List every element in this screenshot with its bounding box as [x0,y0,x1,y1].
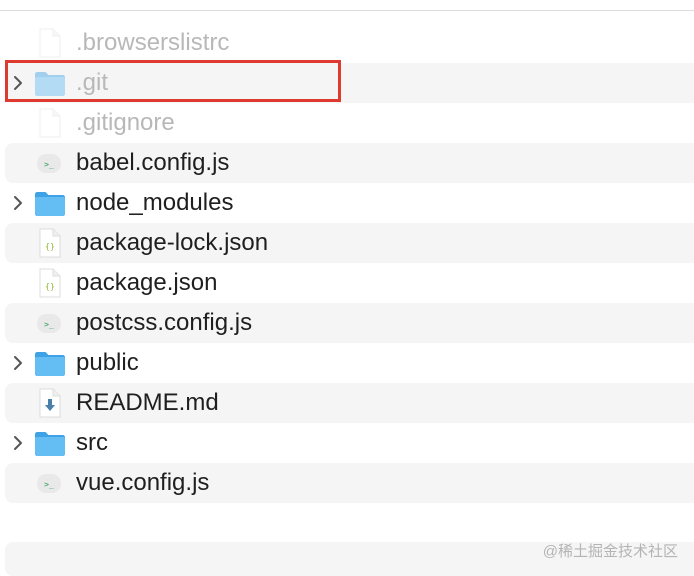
json-file-icon: {} [33,228,67,258]
file-name: public [76,349,139,376]
header-divider [0,10,694,11]
file-row-postcss-config-js[interactable]: >_ postcss.config.js [0,303,694,343]
file-row-babel-config-js[interactable]: >_ babel.config.js [0,143,694,183]
file-name: .browserslistrc [76,29,230,56]
file-name: .gitignore [76,109,175,136]
svg-text:{}: {} [45,242,55,251]
file-row-readme-md[interactable]: README.md [0,383,694,423]
disclosure-chevron-icon[interactable] [10,354,26,372]
javascript-file-icon: >_ [33,308,67,338]
finder-list-view: .browserslistrc .git .gitignore >_ babel.con… [0,0,694,576]
file-name: .git [76,69,109,96]
svg-text:{}: {} [45,282,55,291]
javascript-file-icon: >_ [33,468,67,498]
file-row-browserslistrc[interactable]: .browserslistrc [0,23,694,63]
folder-icon [33,348,67,378]
file-list: .browserslistrc .git .gitignore >_ babel.con… [0,23,694,503]
file-name: babel.config.js [76,149,230,176]
file-row-git[interactable]: .git [0,63,694,103]
file-row-package-lock-json[interactable]: {} package-lock.json [0,223,694,263]
folder-icon [33,68,67,98]
file-row-public[interactable]: public [0,343,694,383]
folder-icon [33,188,67,218]
file-name: vue.config.js [76,469,210,496]
svg-text:>_: >_ [44,160,54,169]
disclosure-chevron-icon[interactable] [10,434,26,452]
javascript-file-icon: >_ [33,148,67,178]
folder-icon [33,428,67,458]
file-row-vue-config-js[interactable]: >_ vue.config.js [0,463,694,503]
file-name: package.json [76,269,218,296]
json-file-icon: {} [33,268,67,298]
file-name: postcss.config.js [76,309,253,336]
document-icon [33,28,67,58]
svg-text:>_: >_ [44,320,54,329]
disclosure-chevron-icon[interactable] [10,74,26,92]
file-name: package-lock.json [76,229,269,256]
file-name: README.md [76,389,219,416]
file-row-node-modules[interactable]: node_modules [0,183,694,223]
file-name: src [76,429,108,456]
document-icon [33,108,67,138]
file-name: node_modules [76,189,234,216]
svg-text:>_: >_ [44,480,54,489]
file-row-gitignore[interactable]: .gitignore [0,103,694,143]
markdown-file-icon [33,388,67,418]
disclosure-chevron-icon[interactable] [10,194,26,212]
file-row-src[interactable]: src [0,423,694,463]
watermark-text: @稀土掘金技术社区 [542,543,678,560]
file-row-package-json[interactable]: {} package.json [0,263,694,303]
